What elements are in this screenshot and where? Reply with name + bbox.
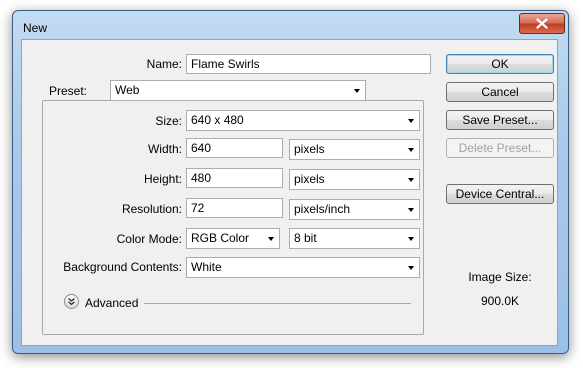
ok-button[interactable]: OK — [446, 54, 554, 74]
image-size-label: Image Size: — [468, 270, 532, 284]
save-preset-button[interactable]: Save Preset... — [446, 110, 554, 130]
image-size-value: 900.0K — [480, 294, 520, 308]
advanced-divider — [144, 303, 411, 304]
name-label: Name: — [146, 57, 182, 71]
color-mode-value: RGB Color — [191, 231, 250, 245]
resolution-unit-select[interactable]: pixels/inch — [289, 199, 420, 220]
chevron-down-icon — [268, 237, 274, 241]
background-contents-select[interactable]: White — [186, 257, 420, 278]
width-value: 640 — [191, 141, 212, 155]
chevron-down-icon — [408, 119, 414, 123]
device-central-button[interactable]: Device Central... — [446, 184, 554, 204]
height-unit-select[interactable]: pixels — [289, 169, 420, 190]
resolution-input[interactable]: 72 — [186, 198, 283, 218]
close-button[interactable] — [519, 13, 565, 34]
chevron-down-icon — [408, 237, 414, 241]
name-value: Flame Swirls — [191, 57, 260, 71]
height-unit: pixels — [294, 172, 325, 186]
dialog-client-area: Name: Flame Swirls Preset: Web Size: 640… — [21, 39, 558, 346]
preset-select[interactable]: Web — [110, 80, 366, 101]
chevron-down-icon — [408, 148, 414, 152]
window-title: New — [23, 21, 48, 35]
chevron-down-icon — [354, 89, 360, 93]
resolution-label: Resolution: — [121, 202, 182, 216]
height-label: Height: — [143, 172, 182, 186]
color-mode-select[interactable]: RGB Color — [186, 228, 280, 249]
preset-value: Web — [115, 83, 140, 97]
chevron-down-icon — [408, 266, 414, 270]
width-unit: pixels — [294, 142, 325, 156]
chevron-down-icon — [408, 208, 414, 212]
width-input[interactable]: 640 — [186, 138, 283, 158]
background-contents-value: White — [191, 260, 222, 274]
chevron-double-down-icon — [68, 298, 75, 306]
height-input[interactable]: 480 — [186, 168, 283, 188]
size-label: Size: — [155, 114, 182, 128]
color-mode-label: Color Mode: — [116, 232, 182, 246]
width-label: Width: — [147, 142, 182, 156]
bit-depth-select[interactable]: 8 bit — [289, 228, 420, 249]
size-select[interactable]: 640 x 480 — [186, 110, 420, 131]
advanced-label[interactable]: Advanced — [85, 296, 138, 310]
width-unit-select[interactable]: pixels — [289, 139, 420, 160]
height-value: 480 — [191, 171, 212, 185]
size-value: 640 x 480 — [191, 113, 244, 127]
delete-preset-button[interactable]: Delete Preset... — [446, 138, 554, 158]
advanced-toggle[interactable] — [64, 294, 79, 309]
close-icon — [536, 18, 548, 29]
dialog-window: New Name: Flame Swirls Preset: Web Size:… — [12, 10, 569, 354]
name-input[interactable]: Flame Swirls — [186, 54, 431, 74]
background-contents-label: Background Contents: — [63, 260, 182, 274]
resolution-unit: pixels/inch — [294, 202, 351, 216]
resolution-value: 72 — [191, 201, 205, 215]
preset-label: Preset: — [46, 84, 91, 98]
chevron-down-icon — [408, 178, 414, 182]
cancel-button[interactable]: Cancel — [446, 82, 554, 102]
bit-depth-value: 8 bit — [294, 231, 317, 245]
